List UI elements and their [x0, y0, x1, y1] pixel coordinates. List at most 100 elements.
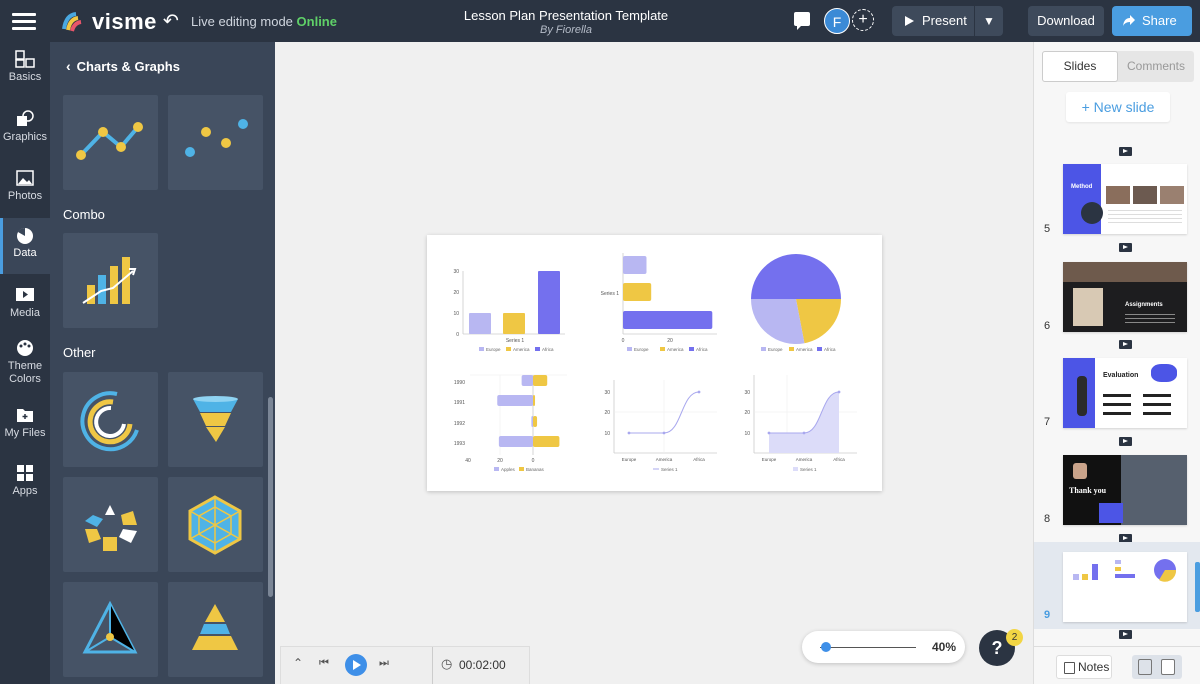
stack-bar-bananas[interactable] [533, 416, 538, 427]
notes-button[interactable]: Notes [1056, 655, 1112, 679]
pie-slice-europe[interactable] [751, 254, 841, 299]
rail-media[interactable]: Media [0, 284, 50, 334]
area-point[interactable] [837, 390, 841, 394]
share-button[interactable]: Share [1112, 6, 1192, 36]
transition-icon[interactable] [1119, 147, 1132, 156]
stack-bar-bananas[interactable] [533, 375, 548, 386]
list-view-icon[interactable] [1161, 659, 1175, 675]
download-button[interactable]: Download [1028, 6, 1104, 36]
chart-tile-radial[interactable] [63, 372, 158, 467]
slide-canvas[interactable]: 0 10 20 30 Series 1 Europe America Afric… [427, 235, 882, 491]
stack-bar-bananas[interactable] [533, 395, 536, 406]
slide-thumb-8[interactable]: Thank you [1063, 455, 1187, 525]
rail-my-files[interactable]: My Files [0, 404, 50, 454]
stack-x-tick: 0 [532, 458, 535, 464]
legend-africa: Africa [696, 347, 708, 352]
area-chart[interactable]: 10 20 30 Europe America Africa Series 1 [744, 375, 857, 472]
panel-scrollbar[interactable] [268, 397, 273, 597]
thumb-photo [1077, 376, 1087, 416]
bar-y-tick: 20 [453, 290, 459, 296]
combo-chart-icon [82, 257, 137, 304]
bar-europe[interactable] [469, 313, 491, 334]
menu-icon[interactable] [12, 11, 36, 31]
bar-y-tick: 0 [456, 332, 459, 338]
transition-icon[interactable] [1119, 437, 1132, 446]
pie-chart[interactable]: Europe America Africa [751, 254, 841, 352]
slide-thumb-7[interactable]: Evaluation [1063, 358, 1187, 428]
hbar-america[interactable] [623, 283, 652, 301]
stack-bar-apples[interactable] [498, 436, 534, 447]
line-point[interactable] [627, 431, 631, 435]
timer[interactable]: 00:02:00 [459, 658, 506, 672]
rail-theme-colors[interactable]: Theme Colors [0, 337, 50, 393]
pie-slice-africa[interactable] [751, 299, 805, 344]
area-point[interactable] [802, 431, 806, 435]
transition-icon[interactable] [1119, 243, 1132, 252]
rail-data[interactable]: Data [0, 218, 50, 274]
thumb-text [1125, 314, 1175, 315]
line-point[interactable] [662, 431, 666, 435]
tab-slides[interactable]: Slides [1042, 51, 1118, 82]
add-collaborator-icon[interactable]: + [852, 9, 874, 31]
bar-america[interactable] [503, 313, 525, 334]
zoom-slider-handle[interactable] [820, 642, 831, 652]
thumb-text [1108, 210, 1182, 211]
zoom-slider[interactable] [820, 647, 916, 648]
present-button[interactable]: Present [892, 6, 974, 36]
chart-tile-funnel[interactable] [168, 372, 263, 467]
new-slide-button[interactable]: + New slide [1066, 92, 1170, 122]
document-title[interactable]: Lesson Plan Presentation Template [400, 8, 732, 23]
chart-tile-combo[interactable] [63, 233, 158, 328]
chevron-up-icon[interactable]: ⌃ [293, 656, 303, 670]
tab-comments[interactable]: Comments [1118, 51, 1194, 82]
stack-bar-apples[interactable] [497, 395, 534, 406]
visme-logo[interactable]: visme [62, 9, 157, 35]
hbar-chart[interactable]: Series 1 0 20 Europe America Africa [601, 253, 717, 352]
avatar[interactable]: F [824, 8, 850, 34]
bar-chart[interactable]: 0 10 20 30 Series 1 Europe America Afric… [453, 269, 565, 352]
stack-bar-apples[interactable] [521, 375, 534, 386]
chart-tile-scatter[interactable] [168, 95, 263, 190]
thumb-photo [1073, 463, 1087, 479]
line-point[interactable] [697, 390, 701, 394]
panel-back-button[interactable]: ‹ Charts & Graphs [66, 58, 180, 74]
rail-basics[interactable]: Basics [0, 48, 50, 98]
stacked-bar-chart[interactable]: 1990 1991 1992 1993 40 20 0 Apples Banan… [454, 374, 567, 472]
thumb-photo [1081, 202, 1103, 224]
area-point[interactable] [767, 431, 771, 435]
chart-tile-triangle[interactable] [63, 582, 158, 677]
rail-apps[interactable]: Apps [0, 462, 50, 512]
scatter-chart-icon [185, 119, 248, 157]
stack-bar-bananas[interactable] [533, 436, 560, 447]
undo-icon[interactable]: ↶ [163, 10, 179, 33]
line-chart[interactable]: 10 20 30 Europe America Africa Series 1 [604, 380, 717, 472]
slides-scrollbar[interactable] [1195, 562, 1200, 612]
line-y-tick: 20 [604, 410, 610, 416]
chart-tile-radar[interactable] [168, 477, 263, 572]
transition-icon[interactable] [1119, 630, 1132, 639]
stack-bar-apples[interactable] [531, 416, 534, 427]
chart-tile-line[interactable] [63, 95, 158, 190]
rail-graphics[interactable]: Graphics [0, 108, 50, 158]
rail-photos[interactable]: Photos [0, 167, 50, 217]
play-button[interactable] [345, 654, 367, 676]
chart-tile-pyramid[interactable] [168, 582, 263, 677]
hbar-europe[interactable] [623, 256, 647, 274]
legend-apples: Apples [501, 467, 516, 472]
present-dropdown-icon[interactable]: ▼ [975, 6, 1003, 36]
hbar-africa[interactable] [623, 311, 713, 329]
thumb-title: Assignments [1125, 302, 1163, 308]
mode-online: Online [296, 14, 337, 29]
pyramid-chart-icon [192, 604, 238, 650]
slide-thumb-9[interactable] [1063, 552, 1187, 622]
transition-icon[interactable] [1119, 340, 1132, 349]
skip-back-icon[interactable]: ⏮ [319, 657, 329, 670]
chart-tile-polar[interactable] [63, 477, 158, 572]
skip-forward-icon[interactable]: ⏭ [379, 657, 389, 670]
chat-icon[interactable] [794, 12, 810, 30]
slide-thumb-6[interactable]: Assignments [1063, 262, 1187, 332]
slide-thumb-5[interactable]: Method [1063, 164, 1187, 234]
clock-icon: ◷ [441, 656, 453, 671]
grid-view-icon[interactable] [1138, 659, 1152, 675]
bar-africa[interactable] [538, 271, 560, 334]
